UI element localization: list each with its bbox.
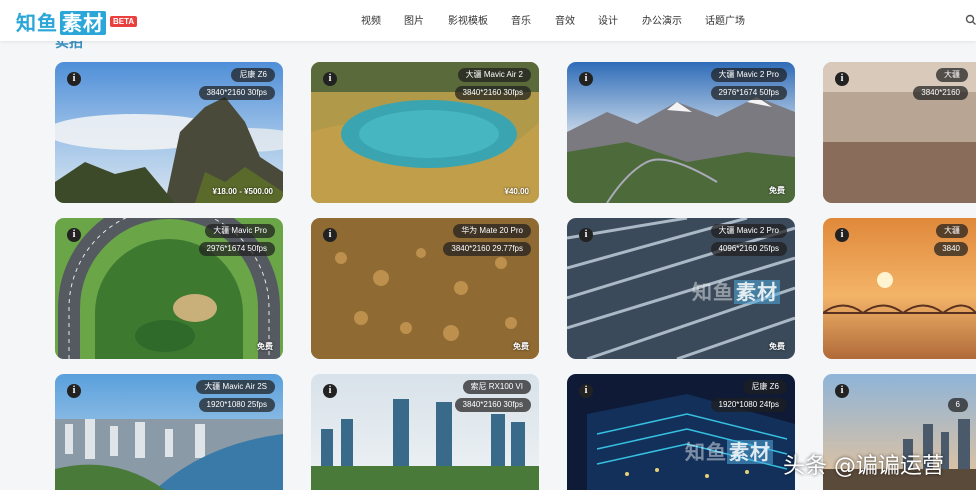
resolution-badge: 1920*1080 24fps	[710, 398, 787, 412]
info-icon[interactable]: i	[835, 384, 849, 398]
video-thumbnail	[55, 218, 283, 359]
site-logo[interactable]: 知鱼 素材 BETA	[16, 7, 138, 36]
video-card[interactable]: 知鱼 素材 i 尼康 Z6 1920*1080 24fps	[567, 374, 795, 490]
nav-topic-square[interactable]: 话题广场	[705, 12, 745, 27]
price-label: 免费	[769, 342, 785, 351]
info-icon[interactable]: i	[835, 228, 849, 242]
price-label: 免费	[513, 342, 529, 351]
info-icon[interactable]: i	[835, 72, 849, 86]
video-thumbnail	[311, 218, 539, 359]
device-badge: 尼康 Z6	[743, 380, 787, 394]
top-navigation-bar: 知鱼 素材 BETA 视频 图片 影视模板 音乐 音效 设计 办公演示 话题广场	[0, 0, 976, 41]
info-icon[interactable]: i	[323, 228, 337, 242]
video-card[interactable]: i 大疆 Mavic 2 Pro 2976*1674 50fps 免费	[567, 62, 795, 203]
watermark: 知鱼 素材	[685, 440, 773, 464]
nav-image[interactable]: 图片	[404, 12, 424, 27]
nav-video[interactable]: 视频	[361, 12, 381, 27]
info-icon[interactable]: i	[67, 384, 81, 398]
device-badge: 尼康 Z6	[231, 68, 275, 82]
info-icon[interactable]: i	[323, 72, 337, 86]
info-icon[interactable]: i	[579, 228, 593, 242]
resolution-badge: 3840*2160 30fps	[198, 86, 275, 100]
video-thumbnail	[311, 62, 539, 203]
info-icon[interactable]: i	[67, 228, 81, 242]
resolution-badge: 6	[947, 398, 968, 412]
device-badge: 大疆	[936, 68, 968, 82]
device-badge: 大疆 Mavic Air 2S	[196, 380, 275, 394]
resolution-badge: 2976*1674 50fps	[710, 86, 787, 100]
info-icon[interactable]: i	[579, 72, 593, 86]
source-credit-watermark: 头条 @谝谝运营	[783, 454, 944, 479]
resolution-badge: 3840*2160 30fps	[454, 86, 531, 100]
video-card[interactable]: i 大疆 Mavic Pro 2976*1674 50fps 免费	[55, 218, 283, 359]
resolution-badge: 2976*1674 50fps	[198, 242, 275, 256]
nav-office[interactable]: 办公演示	[642, 12, 682, 27]
info-icon[interactable]: i	[67, 72, 81, 86]
video-card[interactable]: i 大疆 Mavic Air 2 3840*2160 30fps ¥40.00	[311, 62, 539, 203]
video-card[interactable]: i 索尼 RX100 VI 3840*2160 30fps	[311, 374, 539, 490]
nav-music[interactable]: 音乐	[511, 12, 531, 27]
nav-design[interactable]: 设计	[598, 12, 618, 27]
watermark: 知鱼 素材	[692, 280, 780, 304]
info-icon[interactable]: i	[579, 384, 593, 398]
device-badge: 大疆 Mavic Air 2	[457, 68, 531, 82]
video-card[interactable]: i 华为 Mate 20 Pro 3840*2160 29.77fps 免费	[311, 218, 539, 359]
nav-sound-effect[interactable]: 音效	[555, 12, 575, 27]
device-badge: 索尼 RX100 VI	[462, 380, 531, 394]
device-badge: 华为 Mate 20 Pro	[453, 224, 531, 238]
resolution-badge: 1920*1080 25fps	[198, 398, 275, 412]
info-icon[interactable]: i	[323, 384, 337, 398]
device-badge: 大疆	[936, 224, 968, 238]
video-card[interactable]: i 尼康 Z6 3840*2160 30fps ¥18.00 - ¥500.00	[55, 62, 283, 203]
resolution-badge: 3840	[934, 242, 968, 256]
device-badge: 大疆 Mavic Pro	[205, 224, 275, 238]
search-icon[interactable]	[965, 13, 976, 27]
price-label: ¥18.00 - ¥500.00	[212, 187, 274, 196]
price-label: 免费	[769, 186, 785, 195]
video-card[interactable]: i 大疆 3840	[823, 218, 976, 359]
price-label: ¥40.00	[504, 187, 529, 196]
resolution-badge: 3840*2160 30fps	[454, 398, 531, 412]
video-thumbnail	[55, 62, 283, 203]
resolution-badge: 4096*2160 25fps	[710, 242, 787, 256]
video-card[interactable]: i 大疆 3840*2160	[823, 62, 976, 203]
video-thumbnail	[567, 62, 795, 203]
beta-badge: BETA	[110, 16, 138, 27]
video-card[interactable]: 知鱼 素材 i 大疆 Mavic 2 Pro 4096*2160 25fps 免费	[567, 218, 795, 359]
resolution-badge: 3840*2160 29.77fps	[443, 242, 531, 256]
resolution-badge: 3840*2160	[913, 86, 968, 100]
nav-film-template[interactable]: 影视模板	[448, 12, 488, 27]
device-badge: 大疆 Mavic 2 Pro	[710, 68, 787, 82]
device-badge: 大疆 Mavic 2 Pro	[710, 224, 787, 238]
logo-text: 知鱼 素材	[16, 11, 106, 35]
video-card[interactable]: i 大疆 Mavic Air 2S 1920*1080 25fps	[55, 374, 283, 490]
price-label: 免费	[257, 342, 273, 351]
